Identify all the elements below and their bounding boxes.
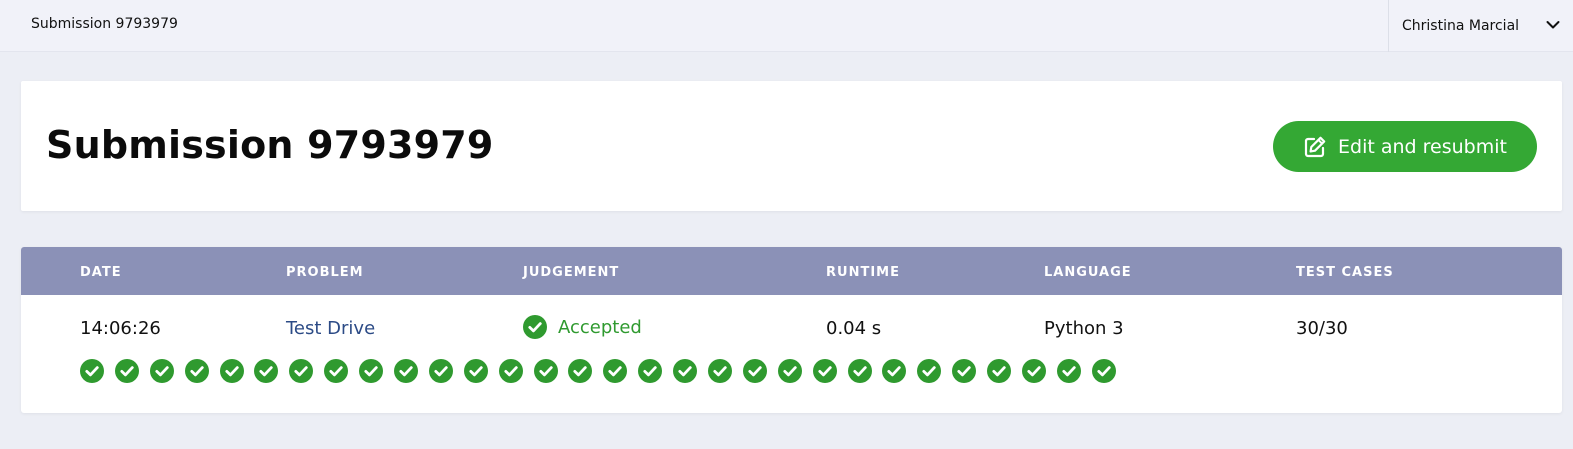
test-case-passed-icon[interactable] xyxy=(1091,359,1116,383)
test-case-passed-icon[interactable] xyxy=(742,359,767,383)
column-header-runtime: RUNTIME xyxy=(826,265,900,280)
column-header-test-cases: TEST CASES xyxy=(1296,265,1394,280)
test-case-passed-icon[interactable] xyxy=(289,359,314,383)
test-case-passed-icon[interactable] xyxy=(708,359,733,383)
column-header-problem: PROBLEM xyxy=(286,265,364,280)
test-case-passed-icon[interactable] xyxy=(917,359,942,383)
test-case-passed-icon[interactable] xyxy=(219,359,244,383)
test-case-passed-icon[interactable] xyxy=(812,359,837,383)
test-cases-cell: 30/30 xyxy=(1296,318,1348,339)
test-case-passed-icon[interactable] xyxy=(987,359,1012,383)
judgement-cell: Accepted xyxy=(523,315,642,339)
test-case-results xyxy=(80,359,1116,383)
table-header: DATE PROBLEM JUDGEMENT RUNTIME LANGUAGE … xyxy=(21,247,1562,295)
language-cell: Python 3 xyxy=(1044,318,1124,339)
column-header-judgement: JUDGEMENT xyxy=(523,265,620,280)
test-case-passed-icon[interactable] xyxy=(777,359,802,383)
test-case-passed-icon[interactable] xyxy=(952,359,977,383)
submission-table: DATE PROBLEM JUDGEMENT RUNTIME LANGUAGE … xyxy=(21,247,1562,413)
problem-link[interactable]: Test Drive xyxy=(286,318,375,339)
edit-and-resubmit-button[interactable]: Edit and resubmit xyxy=(1273,121,1537,172)
test-case-passed-icon[interactable] xyxy=(498,359,523,383)
test-case-passed-icon[interactable] xyxy=(428,359,453,383)
edit-icon xyxy=(1304,136,1326,157)
test-case-passed-icon[interactable] xyxy=(114,359,139,383)
test-case-passed-icon[interactable] xyxy=(359,359,384,383)
test-case-passed-icon[interactable] xyxy=(1022,359,1047,383)
top-bar: Submission 9793979 Christina Marcial xyxy=(0,0,1573,52)
test-case-passed-icon[interactable] xyxy=(149,359,174,383)
user-menu[interactable]: Christina Marcial xyxy=(1388,0,1573,52)
test-case-passed-icon[interactable] xyxy=(463,359,488,383)
test-case-passed-icon[interactable] xyxy=(324,359,349,383)
test-case-passed-icon[interactable] xyxy=(638,359,663,383)
test-case-passed-icon[interactable] xyxy=(394,359,419,383)
edit-and-resubmit-label: Edit and resubmit xyxy=(1338,135,1507,158)
test-case-passed-icon[interactable] xyxy=(80,359,104,383)
judgement-status: Accepted xyxy=(558,316,642,338)
test-case-passed-icon[interactable] xyxy=(847,359,872,383)
test-case-passed-icon[interactable] xyxy=(882,359,907,383)
breadcrumb-title: Submission 9793979 xyxy=(31,16,178,32)
test-case-passed-icon[interactable] xyxy=(673,359,698,383)
page-title: Submission 9793979 xyxy=(46,123,494,167)
user-name: Christina Marcial xyxy=(1402,18,1520,34)
check-circle-icon xyxy=(523,315,547,339)
submission-header-card: Submission 9793979 Edit and resubmit xyxy=(21,81,1562,211)
test-case-passed-icon[interactable] xyxy=(568,359,593,383)
runtime-cell: 0.04 s xyxy=(826,318,882,339)
date-cell: 14:06:26 xyxy=(80,318,161,339)
chevron-down-icon xyxy=(1546,21,1560,29)
test-case-passed-icon[interactable] xyxy=(254,359,279,383)
column-header-language: LANGUAGE xyxy=(1044,265,1132,280)
test-case-passed-icon[interactable] xyxy=(603,359,628,383)
test-case-passed-icon[interactable] xyxy=(184,359,209,383)
test-case-passed-icon[interactable] xyxy=(533,359,558,383)
test-case-passed-icon[interactable] xyxy=(1056,359,1081,383)
column-header-date: DATE xyxy=(80,265,122,280)
